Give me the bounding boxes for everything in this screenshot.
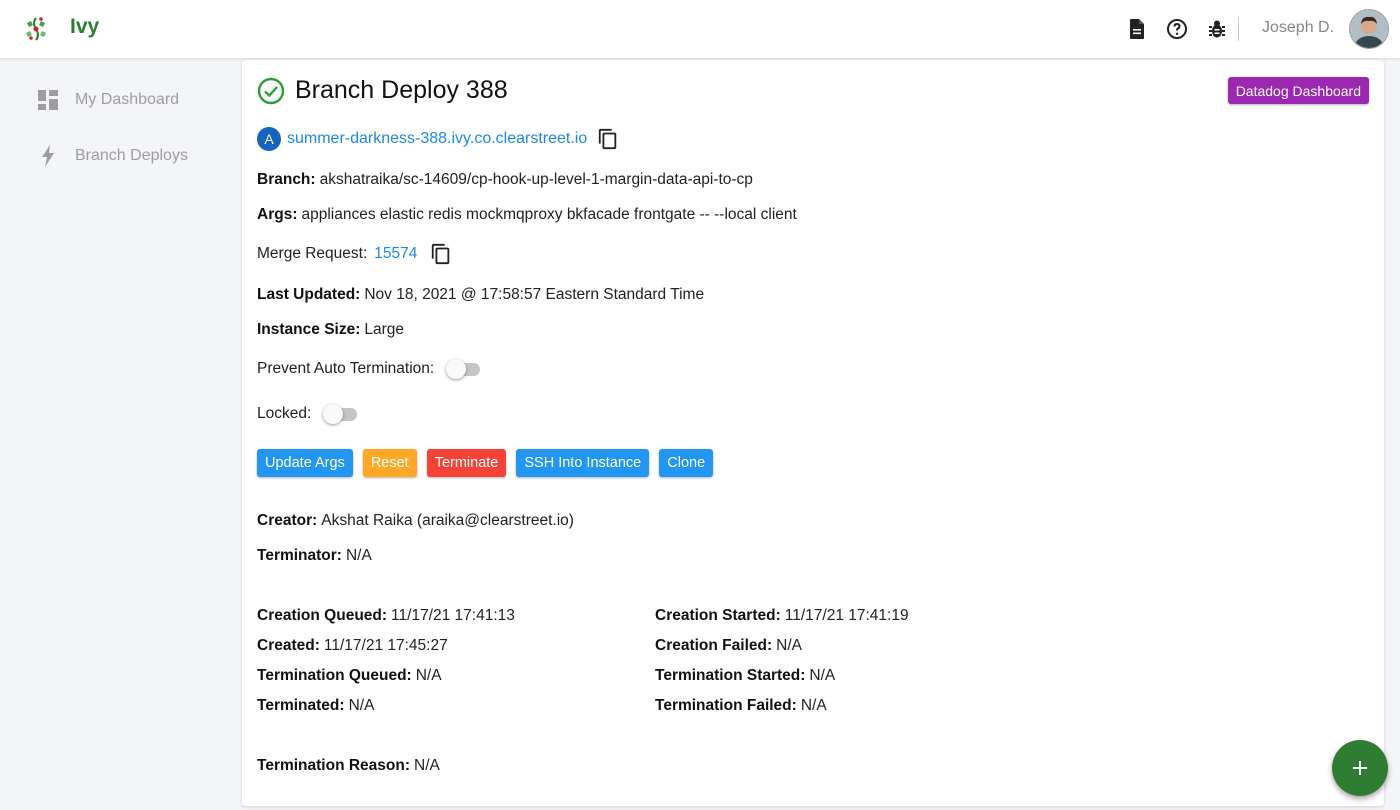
merge-request-label: Merge Request:	[257, 245, 368, 262]
termination-queued-field: Termination Queued: N/A	[257, 667, 442, 685]
creator-value: Akshat Raika (araika@clearstreet.io)	[321, 512, 574, 529]
creator-field: Creator: Akshat Raika (araika@clearstree…	[257, 512, 574, 530]
dashboard-icon	[38, 90, 58, 115]
creation-started-field: Creation Started: 11/17/21 17:41:19	[655, 607, 909, 625]
creation-queued-value: 11/17/21 17:41:13	[391, 607, 515, 624]
termination-reason-label: Termination Reason:	[257, 757, 411, 774]
prevent-auto-termination-label: Prevent Auto Termination:	[257, 360, 435, 377]
terminator-field: Terminator: N/A	[257, 547, 372, 565]
page-title: Branch Deploy 388	[295, 76, 508, 104]
termination-started-label: Termination Started:	[655, 667, 806, 684]
termination-failed-field: Termination Failed: N/A	[655, 697, 827, 715]
instance-size-value: Large	[364, 321, 405, 338]
clone-button[interactable]: Clone	[659, 449, 714, 477]
sidebar: My Dashboard Branch Deploys	[0, 58, 240, 810]
merge-request-field: Merge Request: 15574	[257, 243, 452, 265]
args-field: Args: appliances elastic redis mockmqpro…	[257, 206, 797, 224]
document-icon[interactable]	[1125, 17, 1149, 41]
sidebar-item-branch-deploys[interactable]: Branch Deploys	[38, 138, 228, 174]
creation-failed-value: N/A	[776, 637, 802, 654]
termination-started-field: Termination Started: N/A	[655, 667, 835, 685]
datadog-dashboard-button[interactable]: Datadog Dashboard	[1227, 77, 1369, 104]
terminator-value: N/A	[345, 547, 372, 564]
ivy-logo-icon[interactable]	[22, 15, 50, 43]
terminate-button[interactable]: Terminate	[426, 449, 507, 477]
args-label: Args:	[257, 206, 298, 223]
termination-started-value: N/A	[809, 667, 836, 684]
locked-field: Locked:	[257, 403, 359, 425]
app-name[interactable]: Ivy	[70, 15, 99, 39]
avatar[interactable]	[1349, 9, 1389, 49]
deploy-detail-card: Branch Deploy 388 Datadog Dashboard A su…	[242, 60, 1384, 806]
lightning-icon	[41, 145, 55, 172]
created-value: 11/17/21 17:45:27	[323, 637, 448, 654]
sidebar-item-label: My Dashboard	[75, 91, 180, 108]
branch-field: Branch: akshatraika/sc-14609/cp-hook-up-…	[257, 171, 753, 189]
created-label: Created:	[257, 637, 320, 654]
created-field: Created: 11/17/21 17:45:27	[257, 637, 448, 655]
terminated-value: N/A	[348, 697, 375, 714]
help-icon[interactable]	[1165, 17, 1189, 41]
plus-icon	[1350, 758, 1370, 783]
copy-icon[interactable]	[430, 243, 452, 265]
last-updated-value: Nov 18, 2021 @ 17:58:57 Eastern Standard…	[364, 286, 705, 303]
terminator-label: Terminator:	[257, 547, 342, 564]
prevent-auto-termination-toggle[interactable]	[446, 358, 482, 380]
args-value: appliances elastic redis mockmqproxy bkf…	[301, 206, 797, 223]
ssh-into-instance-button[interactable]: SSH Into Instance	[516, 449, 650, 477]
user-name[interactable]: Joseph D.	[1262, 19, 1334, 37]
title-row: Branch Deploy 388	[257, 76, 508, 105]
creation-started-value: 11/17/21 17:41:19	[784, 607, 909, 624]
locked-label: Locked:	[257, 405, 312, 422]
prevent-auto-termination-field: Prevent Auto Termination:	[257, 358, 482, 380]
header-divider	[1238, 17, 1239, 41]
termination-queued-value: N/A	[415, 667, 442, 684]
bug-icon[interactable]	[1205, 17, 1229, 41]
instance-size-label: Instance Size:	[257, 321, 361, 338]
reset-button[interactable]: Reset	[362, 449, 417, 477]
add-fab-button[interactable]	[1332, 740, 1388, 796]
termination-reason-field: Termination Reason: N/A	[257, 757, 440, 775]
creation-started-label: Creation Started:	[655, 607, 781, 624]
last-updated-field: Last Updated: Nov 18, 2021 @ 17:58:57 Ea…	[257, 286, 704, 304]
last-updated-label: Last Updated:	[257, 286, 361, 303]
check-circle-icon	[257, 77, 285, 105]
copy-icon[interactable]	[597, 128, 619, 150]
branch-value: akshatraika/sc-14609/cp-hook-up-level-1-…	[319, 171, 753, 188]
deploy-url-row: A summer-darkness-388.ivy.co.clearstreet…	[257, 127, 619, 151]
deploy-url-link[interactable]: summer-darkness-388.ivy.co.clearstreet.i…	[287, 130, 587, 148]
termination-failed-label: Termination Failed:	[655, 697, 797, 714]
creation-failed-label: Creation Failed:	[655, 637, 773, 654]
terminated-label: Terminated:	[257, 697, 345, 714]
top-bar: Ivy Joseph D.	[0, 0, 1400, 58]
creation-failed-field: Creation Failed: N/A	[655, 637, 802, 655]
terminated-field: Terminated: N/A	[257, 697, 374, 715]
url-avatar-icon: A	[257, 127, 281, 151]
sidebar-item-label: Branch Deploys	[75, 147, 188, 164]
merge-request-link[interactable]: 15574	[374, 245, 417, 263]
instance-size-field: Instance Size: Large	[257, 321, 404, 339]
termination-queued-label: Termination Queued:	[257, 667, 412, 684]
termination-failed-value: N/A	[800, 697, 827, 714]
termination-reason-value: N/A	[414, 757, 440, 774]
locked-toggle[interactable]	[323, 403, 359, 425]
sidebar-item-my-dashboard[interactable]: My Dashboard	[38, 82, 228, 118]
action-buttons: Update Args Reset Terminate SSH Into Ins…	[257, 449, 723, 477]
creation-queued-field: Creation Queued: 11/17/21 17:41:13	[257, 607, 515, 625]
update-args-button[interactable]: Update Args	[257, 449, 353, 477]
creation-queued-label: Creation Queued:	[257, 607, 388, 624]
creator-label: Creator:	[257, 512, 318, 529]
branch-label: Branch:	[257, 171, 316, 188]
